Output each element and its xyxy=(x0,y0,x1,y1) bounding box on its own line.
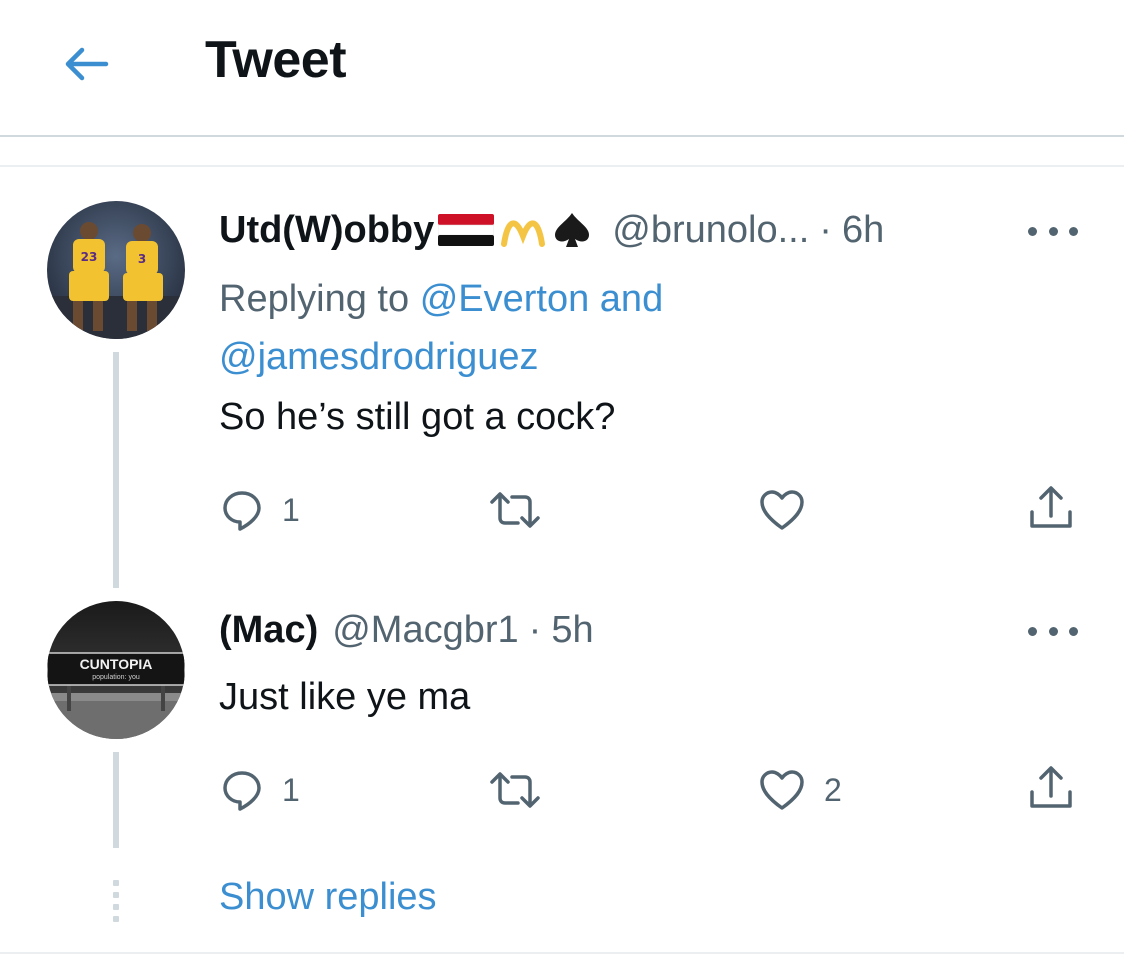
replying-prefix: Replying to xyxy=(219,278,410,320)
replying-to: Replying to @Everton and @jamesdrodrigue… xyxy=(219,270,779,386)
arrow-left-icon xyxy=(65,47,109,81)
timestamp[interactable]: 6h xyxy=(842,209,884,252)
tweet-text: Just like ye ma xyxy=(219,676,471,718)
thread-line xyxy=(113,352,119,588)
tweet-text: So he’s still got a cock? xyxy=(219,396,616,438)
reply-button[interactable]: 1 xyxy=(220,488,300,532)
dot-icon xyxy=(1048,626,1058,636)
dot-icon xyxy=(1028,226,1037,236)
mention-link[interactable]: @Everton xyxy=(420,278,590,320)
svg-text:23: 23 xyxy=(81,250,98,264)
heart-icon xyxy=(760,490,804,530)
reply-count: 1 xyxy=(282,491,300,528)
handle[interactable]: @brunolo... xyxy=(612,209,809,252)
like-button[interactable]: 2 xyxy=(758,768,842,812)
top-bar: Tweet xyxy=(0,0,1124,137)
display-name[interactable]: Utd(W)obby xyxy=(219,209,434,252)
reply-button[interactable]: 1 xyxy=(220,768,300,812)
heart-icon xyxy=(760,770,804,810)
retweet-button[interactable] xyxy=(488,770,560,810)
dotted-thread-line xyxy=(113,880,119,922)
reply-count: 1 xyxy=(282,771,300,808)
dot-icon xyxy=(1048,226,1058,236)
retweet-icon xyxy=(490,772,540,808)
tweet-header: Utd(W)obby @brunolo... · 6h xyxy=(219,206,884,254)
divider xyxy=(0,165,1124,167)
share-icon xyxy=(1030,766,1072,808)
timestamp[interactable]: 5h xyxy=(551,609,593,652)
back-button[interactable] xyxy=(56,38,116,90)
dot-icon xyxy=(1069,226,1078,236)
dot-icon xyxy=(1028,626,1037,636)
thread-line xyxy=(113,752,119,848)
yemen-flag-emoji xyxy=(438,214,495,246)
dot-icon xyxy=(1069,626,1078,636)
reply-icon xyxy=(223,491,261,531)
more-options-button[interactable] xyxy=(1028,216,1078,246)
avatar-sign-text: CUNTOPIA xyxy=(79,656,153,672)
display-name[interactable]: (Mac) xyxy=(219,609,318,652)
handle[interactable]: @Macgbr1 xyxy=(332,609,518,652)
like-count: 2 xyxy=(824,771,842,808)
avatar[interactable]: CUNTOPIA population: you xyxy=(47,601,185,739)
share-button[interactable] xyxy=(1028,764,1074,812)
share-icon xyxy=(1030,486,1072,528)
reply-icon xyxy=(223,771,261,811)
replying-and[interactable]: and xyxy=(600,278,663,320)
like-button[interactable] xyxy=(758,488,824,532)
more-options-button[interactable] xyxy=(1028,616,1078,646)
tweet-header: (Mac) @Macgbr1 · 5h xyxy=(219,606,594,654)
share-button[interactable] xyxy=(1028,484,1074,532)
separator-dot: · xyxy=(528,608,542,651)
divider xyxy=(0,952,1124,954)
yellow-m-logo-emoji xyxy=(501,220,546,247)
page-title: Tweet xyxy=(205,31,347,89)
spade-emoji xyxy=(555,213,590,247)
show-replies-link[interactable]: Show replies xyxy=(219,876,437,919)
basketball-players-avatar: 23 3 xyxy=(47,201,185,339)
svg-text:3: 3 xyxy=(138,252,146,266)
mention-link[interactable]: @jamesdrodriguez xyxy=(219,336,539,378)
retweet-icon xyxy=(490,492,540,528)
avatar[interactable]: 23 3 xyxy=(47,201,185,339)
avatar-sign-subtext: population: you xyxy=(92,674,140,681)
retweet-button[interactable] xyxy=(488,490,560,530)
separator-dot: · xyxy=(819,208,832,251)
